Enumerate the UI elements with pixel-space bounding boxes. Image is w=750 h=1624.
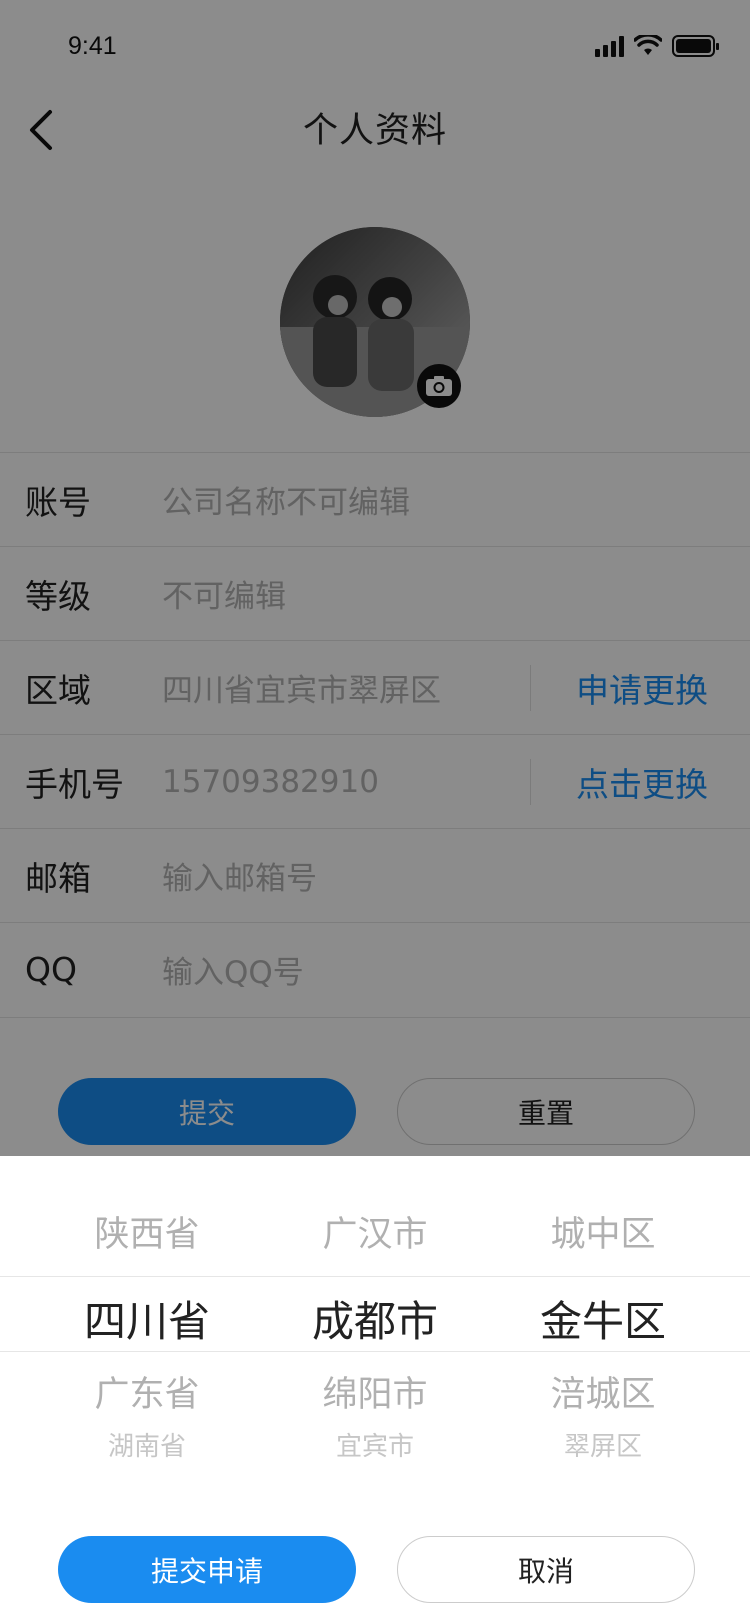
city-column[interactable]: 广汉市 成都市 绵阳市 宜宾市 xyxy=(250,1156,500,1556)
submit-request-button[interactable]: 提交申请 xyxy=(58,1536,356,1603)
picker-option[interactable]: 翠屏区 xyxy=(478,1426,728,1463)
picker-option[interactable]: 陕西省 xyxy=(22,1206,272,1257)
cancel-button[interactable]: 取消 xyxy=(397,1536,695,1603)
picker-option[interactable]: 宜宾市 xyxy=(250,1426,500,1463)
picker-option[interactable]: 广汉市 xyxy=(250,1206,500,1257)
district-column[interactable]: 城中区 金牛区 涪城区 翠屏区 xyxy=(478,1156,728,1556)
region-picker-sheet: 陕西省 四川省 广东省 湖南省 广汉市 成都市 绵阳市 宜宾市 城中区 金牛区 … xyxy=(0,1156,750,1624)
picker-option[interactable]: 湖南省 xyxy=(22,1426,272,1463)
picker-option[interactable]: 城中区 xyxy=(478,1206,728,1257)
picker-option-selected[interactable]: 成都市 xyxy=(250,1288,500,1349)
modal-overlay[interactable] xyxy=(0,0,750,1156)
picker-option-selected[interactable]: 四川省 xyxy=(22,1288,272,1349)
picker-option[interactable]: 绵阳市 xyxy=(250,1366,500,1417)
picker-option-selected[interactable]: 金牛区 xyxy=(478,1288,728,1349)
picker-option[interactable]: 涪城区 xyxy=(478,1366,728,1417)
province-column[interactable]: 陕西省 四川省 广东省 湖南省 xyxy=(22,1156,272,1556)
profile-page: 9:41 个人资料 账号 公司名称不可编辑 等级 不可编辑 区域 四川省宜宾市翠… xyxy=(0,0,750,1624)
picker-option[interactable]: 广东省 xyxy=(22,1366,272,1417)
